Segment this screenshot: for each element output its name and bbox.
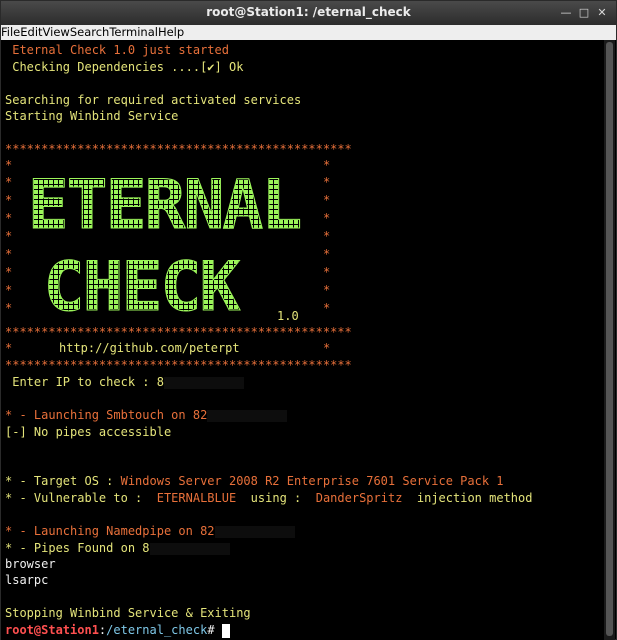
minimize-icon[interactable]: — — [559, 6, 573, 20]
namedpipe-line: * - Launching Namedpipe on 82 — [5, 523, 295, 539]
searching-line: Searching for required activated service… — [5, 93, 302, 107]
redacted-ip — [214, 525, 295, 538]
ip-prompt-text: Enter IP to check : 8 — [5, 375, 164, 389]
target-os-value: Windows Server 2008 R2 Enterprise 7601 S… — [120, 474, 504, 488]
art-word-check: CHECK — [44, 248, 241, 320]
star-right: * — [323, 341, 331, 355]
redacted-ip — [163, 376, 244, 389]
version-label: 1.0 — [277, 309, 299, 323]
stars-top: ****************************************… — [5, 142, 352, 156]
star-left: * — [5, 265, 13, 279]
target-os-label: * - Target OS : — [5, 474, 121, 488]
star-right: * — [323, 175, 331, 189]
github-url: http://github.com/peterpt — [59, 341, 240, 355]
vulnerable-line: * - Vulnerable to : ETERNALBLUE using : … — [5, 490, 532, 506]
namedpipe-text: * - Launching Namedpipe on 82 — [5, 524, 215, 538]
title-bar[interactable]: root@Station1: /eternal_check — □ ✕ — [1, 1, 616, 25]
shell-prompt[interactable]: root@Station1:/eternal_check# — [5, 622, 230, 638]
smbtouch-text: * - Launching Smbtouch on 82 — [5, 408, 208, 422]
ip-prompt: Enter IP to check : 8 — [5, 374, 244, 390]
smbtouch-line: * - Launching Smbtouch on 82 — [5, 407, 288, 423]
star-right: * — [323, 265, 331, 279]
star-left: * — [5, 229, 13, 243]
prompt-user: root@Station1 — [5, 623, 99, 637]
star-left: * — [5, 193, 13, 207]
stars-bottom: ****************************************… — [5, 358, 352, 372]
menu-bar: FileEditViewSearchTerminalHelp — [1, 25, 616, 40]
prompt-path: /eternal_check — [106, 623, 208, 637]
star-right: * — [323, 283, 331, 297]
redacted-ip — [207, 409, 288, 422]
star-left: * — [5, 301, 13, 315]
star-left: * — [5, 341, 13, 355]
pipes-found-line: * - Pipes Found on 8 — [5, 540, 230, 556]
star-left: * — [5, 283, 13, 297]
star-left: * — [5, 247, 13, 261]
star-left: * — [5, 158, 13, 172]
menu-help[interactable]: Help — [158, 25, 184, 40]
redacted-ip — [149, 542, 230, 555]
scrollbar[interactable] — [604, 40, 615, 640]
stars-mid: ****************************************… — [5, 325, 352, 339]
terminal-window: root@Station1: /eternal_check — □ ✕ File… — [0, 0, 617, 640]
menu-search[interactable]: Search — [70, 25, 110, 40]
winbind-line: Starting Winbind Service — [5, 109, 179, 123]
prompt-hash: # — [207, 623, 222, 637]
vulnerability-name: ETERNALBLUE — [156, 491, 237, 505]
close-icon[interactable]: ✕ — [595, 6, 609, 20]
pipe-lsarpc: lsarpc — [5, 573, 49, 587]
star-left: * — [5, 211, 13, 225]
star-right: * — [323, 193, 331, 207]
window-title: root@Station1: /eternal_check — [206, 5, 411, 19]
pipe-browser: browser — [5, 557, 56, 571]
menu-file[interactable]: File — [1, 25, 20, 40]
menu-terminal[interactable]: Terminal — [109, 25, 158, 40]
no-pipes-line: [-] No pipes accessible — [5, 425, 172, 439]
star-right: * — [323, 229, 331, 243]
method-label: injection method — [409, 491, 533, 505]
star-left: * — [5, 175, 13, 189]
maximize-icon[interactable]: □ — [577, 6, 591, 20]
star-right: * — [323, 301, 331, 315]
star-right: * — [323, 158, 331, 172]
text-cursor — [221, 623, 230, 638]
terminal-output[interactable]: Eternal Check 1.0 just started Checking … — [1, 40, 604, 640]
menu-view[interactable]: View — [43, 25, 70, 40]
target-os-line: * - Target OS : Windows Server 2008 R2 E… — [5, 473, 504, 489]
eternal-check-ascii-art: ETERNAL CHECK — [27, 166, 303, 321]
scrollbar-thumb[interactable] — [606, 42, 613, 636]
star-right: * — [323, 247, 331, 261]
art-word-eternal: ETERNAL — [28, 166, 301, 245]
start-line: Eternal Check 1.0 just started — [5, 43, 229, 57]
star-right: * — [323, 211, 331, 225]
stopping-line: Stopping Winbind Service & Exiting — [5, 606, 251, 620]
menu-edit[interactable]: Edit — [20, 25, 42, 40]
tool-name: DanderSpritz — [315, 491, 403, 505]
pipes-found-text: * - Pipes Found on 8 — [5, 541, 150, 555]
deps-line: Checking Dependencies ....[✔] Ok — [5, 60, 244, 74]
using-label: using : — [243, 491, 309, 505]
vulnerable-label: * - Vulnerable to : — [5, 491, 150, 505]
